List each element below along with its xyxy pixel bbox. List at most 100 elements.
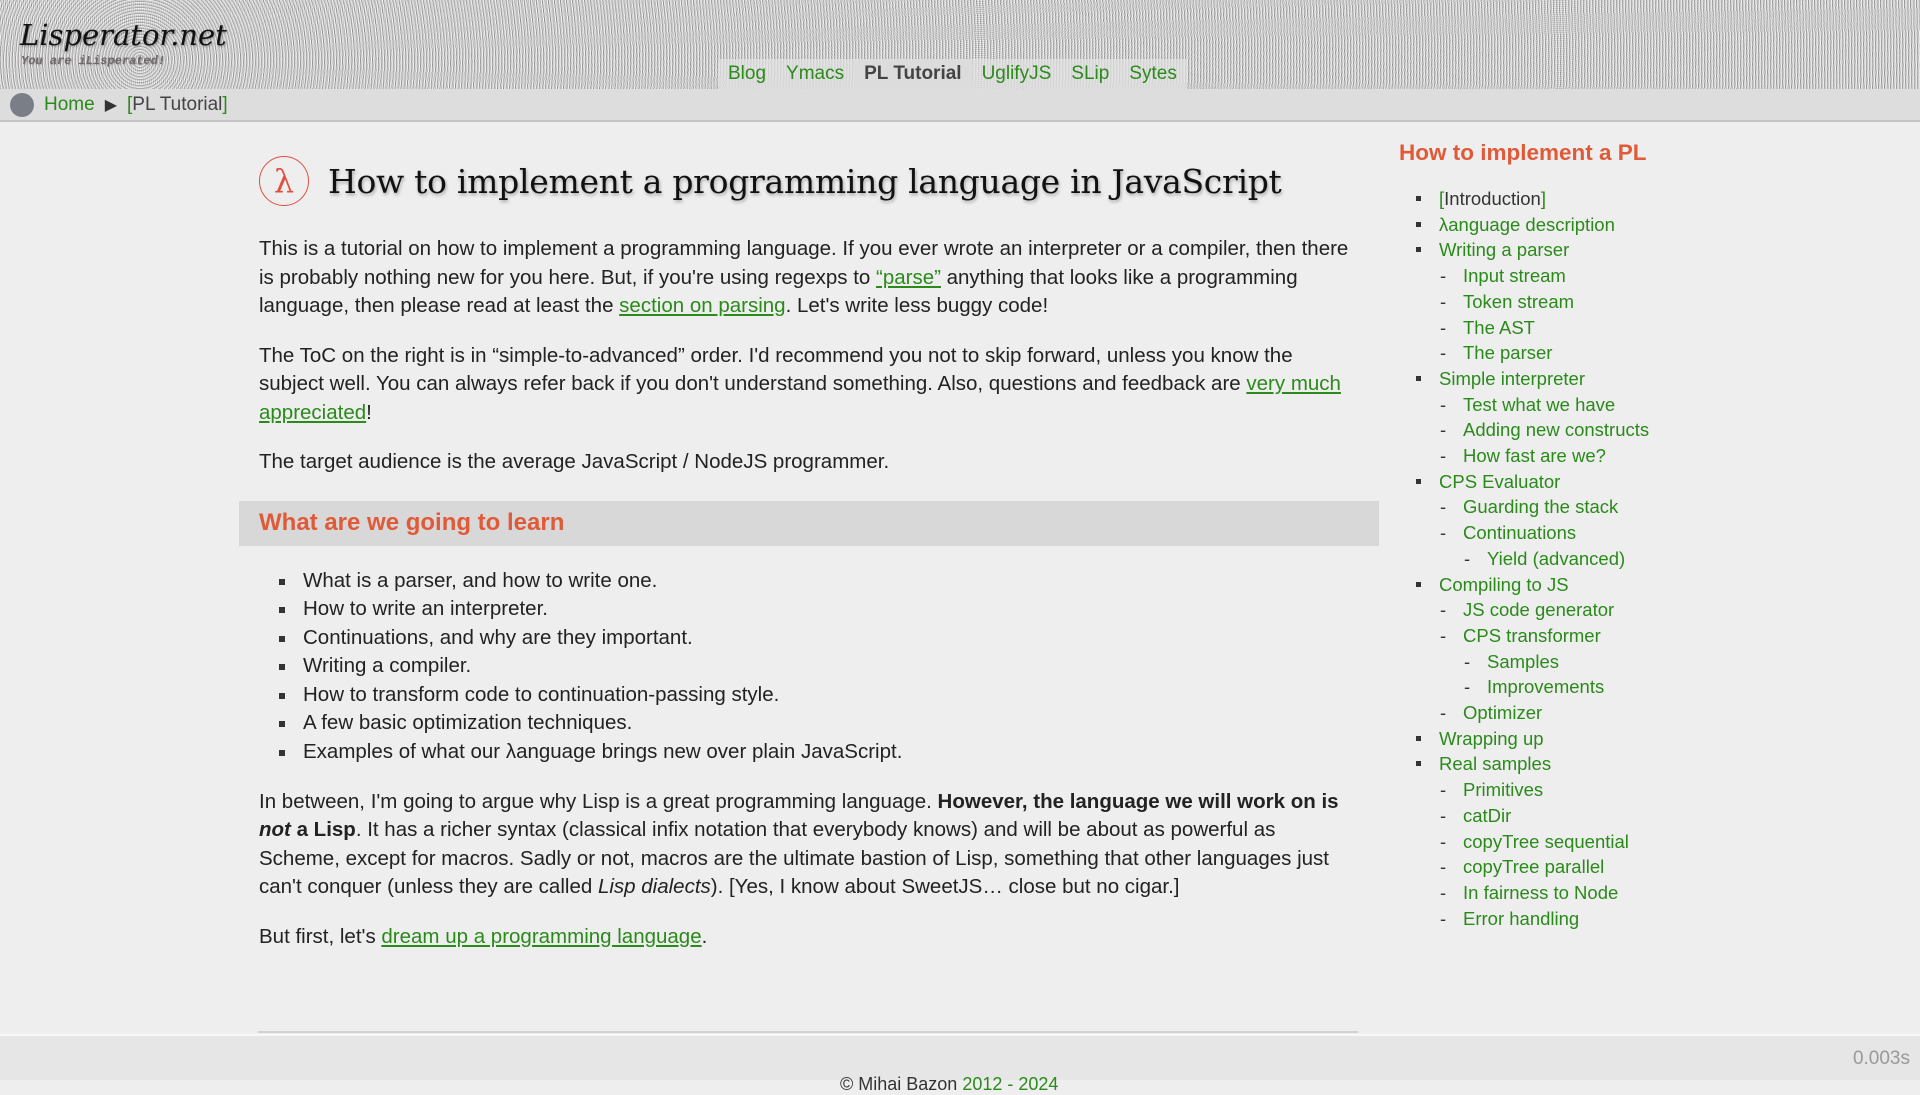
italic-text: Lisp dialects xyxy=(597,875,711,899)
footer: 0.003s © Mihai Bazon 2012 - 2024 xyxy=(0,1034,1920,1094)
toc-link[interactable]: Continuations xyxy=(1463,522,1576,543)
toc-link[interactable]: λanguage description xyxy=(1439,214,1615,235)
text: . Let's write less buggy code! xyxy=(785,294,1049,317)
text: However, the language we will work on is xyxy=(937,789,1339,813)
section-on-parsing-link[interactable]: section on parsing xyxy=(619,294,785,317)
bracket-close: ] xyxy=(1540,188,1546,209)
toc-link[interactable]: The parser xyxy=(1463,342,1552,363)
nav-slip[interactable]: SLip xyxy=(1061,59,1119,89)
toc-link[interactable]: The AST xyxy=(1463,317,1535,338)
title-row: λ How to implement a programming languag… xyxy=(259,153,1359,209)
toc-link[interactable]: Simple interpreter xyxy=(1439,368,1585,389)
toc-link[interactable]: Input stream xyxy=(1463,265,1566,286)
text: The ToC on the right is in “simple-to-ad… xyxy=(259,343,1293,396)
site-header: Lisperator.net You are iLisperated! Blog… xyxy=(0,0,1920,89)
toc-link[interactable]: Test what we have xyxy=(1463,394,1615,415)
next-paragraph: But first, let's dream up a programming … xyxy=(259,923,1359,952)
toc-item: Compiling to JS xyxy=(1399,572,1759,598)
copyright-years: 2012 - 2024 xyxy=(962,1074,1059,1094)
toc-link[interactable]: copyTree sequential xyxy=(1463,831,1629,852)
list-item: How to write an interpreter. xyxy=(279,595,1359,624)
toc-link[interactable]: Primitives xyxy=(1463,779,1543,800)
site-tagline: You are iLisperated! xyxy=(21,54,166,68)
nav-blog[interactable]: Blog xyxy=(718,59,776,89)
nav-pl-tutorial[interactable]: PL Tutorial xyxy=(854,59,972,89)
divider xyxy=(258,1031,1358,1033)
toc-item: copyTree parallel xyxy=(1399,854,1759,880)
home-circle-icon[interactable] xyxy=(10,92,34,117)
toc-link[interactable]: copyTree parallel xyxy=(1463,856,1604,877)
nav-sytes[interactable]: Sytes xyxy=(1119,59,1187,89)
list-item: Examples of what our λanguage brings new… xyxy=(279,738,1359,767)
toc-link[interactable]: Yield (advanced) xyxy=(1487,548,1625,569)
toc-link[interactable]: Samples xyxy=(1487,651,1559,672)
toc-item: Writing a parser xyxy=(1399,237,1759,263)
toc-item: Test what we have xyxy=(1399,392,1759,418)
toc-link[interactable]: catDir xyxy=(1463,805,1511,826)
breadcrumb-current-item: [PL Tutorial] xyxy=(127,94,228,116)
toc-link[interactable]: Guarding the stack xyxy=(1463,496,1618,517)
toc-note-paragraph: The ToC on the right is in “simple-to-ad… xyxy=(259,342,1359,428)
list-item: What is a parser, and how to write one. xyxy=(279,567,1359,596)
toc-item: Optimizer xyxy=(1399,700,1759,726)
toc-item: JS code generator xyxy=(1399,597,1759,623)
nav-uglifyjs[interactable]: UglifyJS xyxy=(972,59,1062,89)
toc-link[interactable]: Token stream xyxy=(1463,291,1574,312)
text: In between, I'm going to argue why Lisp … xyxy=(259,789,938,813)
audience-paragraph: The target audience is the average JavaS… xyxy=(259,450,890,473)
toc-link[interactable]: Improvements xyxy=(1487,676,1604,697)
toc-item: CPS transformer xyxy=(1399,623,1759,649)
toc-item: copyTree sequential xyxy=(1399,829,1759,855)
toc-link[interactable]: Real samples xyxy=(1439,753,1551,774)
toc-item: In fairness to Node xyxy=(1399,880,1759,906)
toc-link[interactable]: Optimizer xyxy=(1463,702,1542,723)
toc-link[interactable]: How fast are we? xyxy=(1463,445,1606,466)
text: ! xyxy=(366,400,372,424)
toc-item: catDir xyxy=(1399,803,1759,829)
site-logo[interactable]: Lisperator.net xyxy=(20,18,227,52)
list-item: Writing a compiler. xyxy=(279,652,1359,681)
nav-ymacs[interactable]: Ymacs xyxy=(776,59,854,89)
toc-item: Primitives xyxy=(1399,777,1759,803)
toc-link[interactable]: CPS Evaluator xyxy=(1439,471,1560,492)
toc-link[interactable]: Writing a parser xyxy=(1439,239,1569,260)
toc-current-item: [Introduction] xyxy=(1439,188,1546,209)
render-time: 0.003s xyxy=(1852,1048,1910,1069)
list-item: Continuations, and why are they importan… xyxy=(279,624,1359,653)
learn-list: What is a parser, and how to write one. … xyxy=(279,567,1359,767)
toc-item: Yield (advanced) xyxy=(1399,546,1759,572)
toc-item: [Introduction] xyxy=(1399,186,1759,212)
italic-text: not xyxy=(259,818,291,842)
toc-link[interactable]: In fairness to Node xyxy=(1463,882,1618,903)
text: . xyxy=(701,924,708,948)
toc-item-label: Introduction xyxy=(1444,188,1541,209)
toc-item: Samples xyxy=(1399,649,1759,675)
toc-link[interactable]: Adding new constructs xyxy=(1463,419,1649,440)
list-item: A few basic optimization techniques. xyxy=(279,709,1359,738)
toc-link[interactable]: Wrapping up xyxy=(1439,728,1544,749)
toc-link[interactable]: Compiling to JS xyxy=(1439,574,1569,595)
lisp-paragraph: In between, I'm going to argue why Lisp … xyxy=(259,788,1359,902)
dream-up-language-link[interactable]: dream up a programming language xyxy=(381,925,701,948)
toc-title: How to implement a PL xyxy=(1399,140,1647,165)
breadcrumb-separator-icon: ▶ xyxy=(104,96,117,114)
toc-item: Error handling xyxy=(1399,906,1759,932)
breadcrumb-current-label: PL Tutorial xyxy=(132,93,223,115)
page-title: How to implement a programming language … xyxy=(328,161,1282,201)
breadcrumb: Home ▶ [PL Tutorial] xyxy=(0,89,1920,122)
main-content: λ How to implement a programming languag… xyxy=(239,153,1379,952)
top-nav: Blog Ymacs PL Tutorial UglifyJS SLip Syt… xyxy=(718,59,1187,89)
toc-item: The AST xyxy=(1399,315,1759,341)
text: But first, let's xyxy=(259,924,382,948)
text: ). [Yes, I know about SweetJS… close but… xyxy=(710,875,1180,899)
toc-link[interactable]: JS code generator xyxy=(1463,599,1614,620)
toc-link[interactable]: Error handling xyxy=(1463,908,1579,929)
toc-item: Continuations xyxy=(1399,520,1759,546)
toc-item: Wrapping up xyxy=(1399,726,1759,752)
toc-link[interactable]: CPS transformer xyxy=(1463,625,1601,646)
toc-item: The parser xyxy=(1399,340,1759,366)
toc-item: Improvements xyxy=(1399,674,1759,700)
parse-link[interactable]: “parse” xyxy=(876,266,941,289)
toc-item: Input stream xyxy=(1399,263,1759,289)
breadcrumb-home[interactable]: Home xyxy=(44,94,95,116)
